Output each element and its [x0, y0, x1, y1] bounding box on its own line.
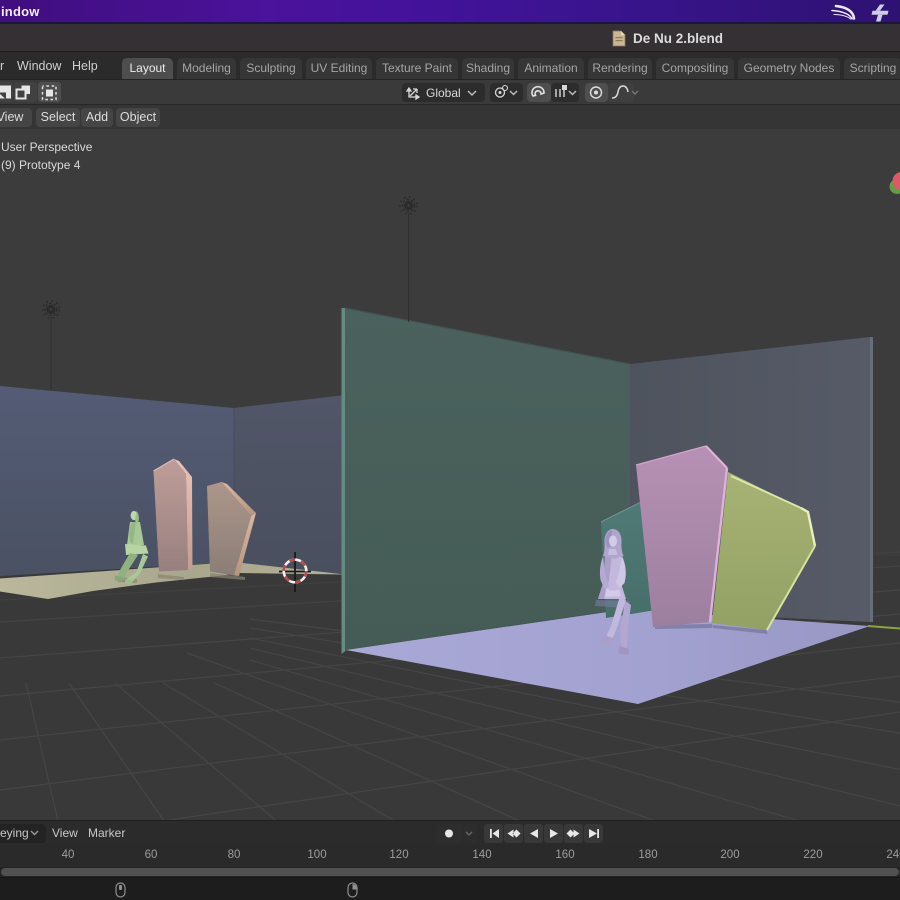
svg-text:Marker: Marker	[88, 826, 125, 840]
svg-text:Global: Global	[426, 86, 461, 100]
svg-text:View: View	[52, 826, 78, 840]
svg-text:(9) Prototype 4: (9) Prototype 4	[1, 158, 81, 172]
svg-text:User Perspective: User Perspective	[1, 140, 93, 154]
svg-text:eying: eying	[0, 826, 29, 840]
